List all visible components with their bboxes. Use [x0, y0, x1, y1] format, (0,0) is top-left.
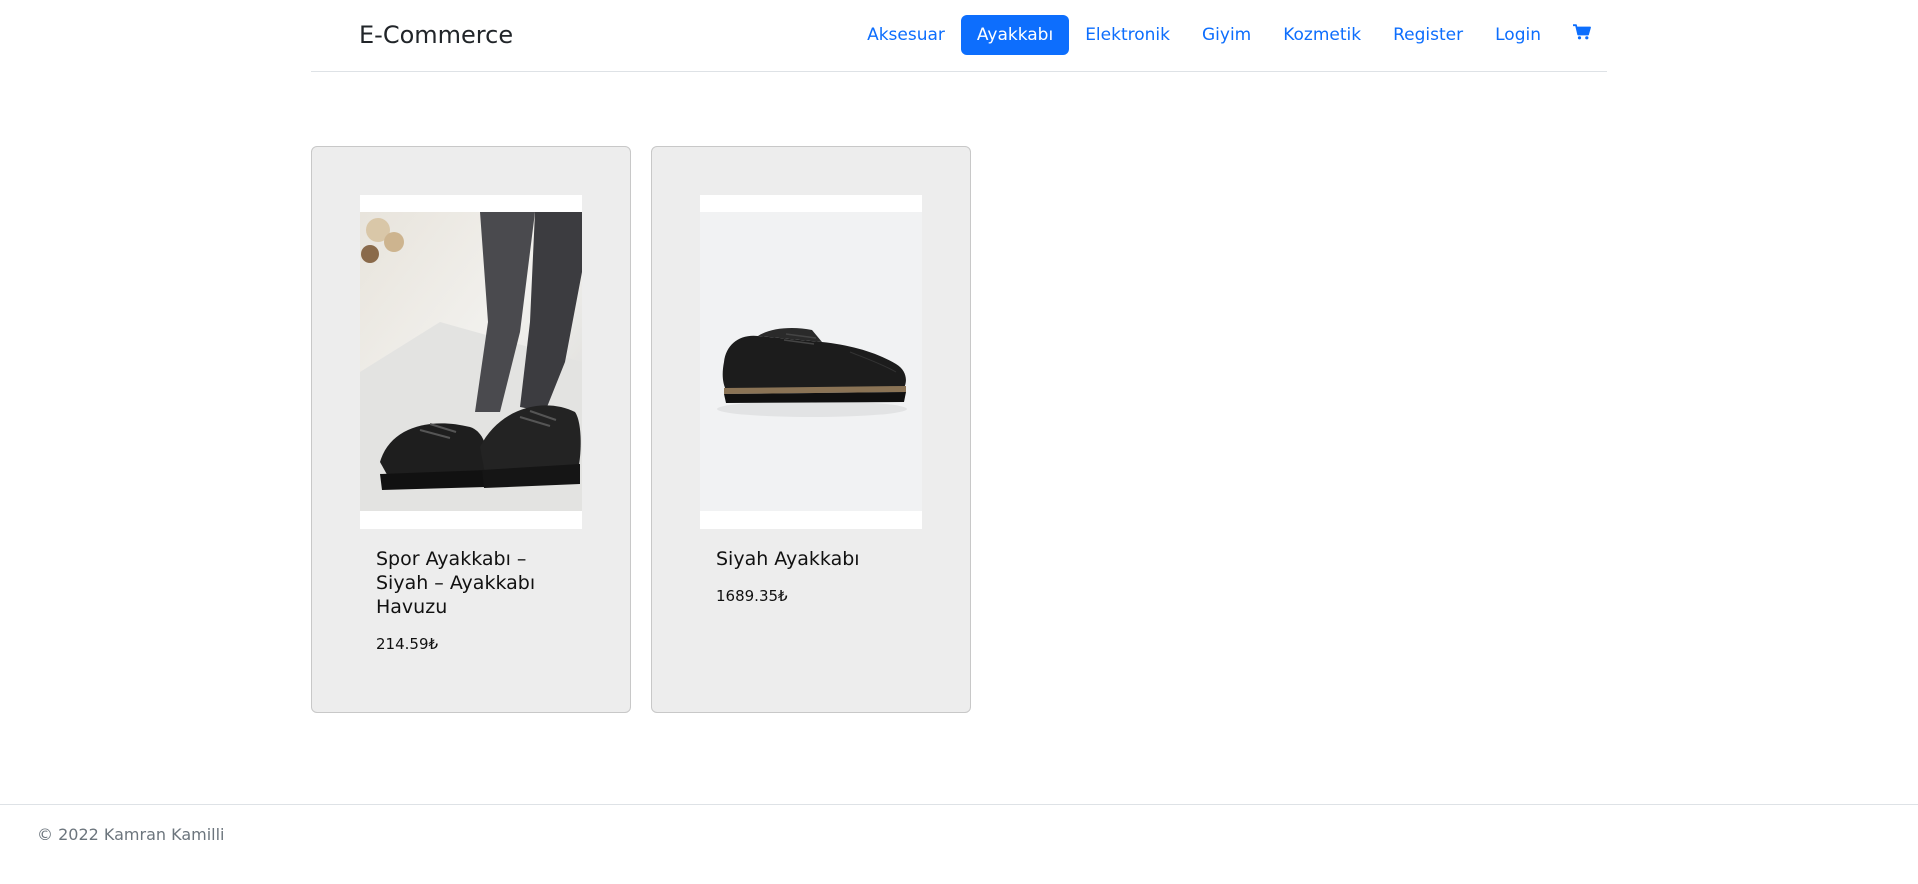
nav-link-kozmetik[interactable]: Kozmetik [1267, 15, 1377, 55]
nav-link-giyim[interactable]: Giyim [1186, 15, 1267, 55]
navbar: E-Commerce Aksesuar Ayakkabı Elektronik … [311, 0, 1607, 72]
nav-link-aksesuar[interactable]: Aksesuar [851, 15, 961, 55]
product-grid: Spor Ayakkabı – Siyah – Ayakkabı Havuzu … [311, 146, 971, 713]
product-title[interactable]: Siyah Ayakkabı [716, 547, 906, 571]
footer: © 2022 Kamran Kamilli [0, 804, 1918, 884]
product-card[interactable]: Spor Ayakkabı – Siyah – Ayakkabı Havuzu … [311, 146, 631, 713]
nav-link-register[interactable]: Register [1377, 15, 1479, 55]
product-title[interactable]: Spor Ayakkabı – Siyah – Ayakkabı Havuzu [376, 547, 566, 619]
product-image[interactable] [700, 195, 922, 529]
product-image[interactable] [360, 195, 582, 529]
oxford-shoe-photo [700, 212, 922, 511]
cart-icon [1573, 15, 1591, 55]
product-card[interactable]: Siyah Ayakkabı 1689.35₺ [651, 146, 971, 713]
sneaker-photo [360, 212, 582, 511]
nav-links: Aksesuar Ayakkabı Elektronik Giyim Kozme… [851, 15, 1607, 55]
product-price: 214.59₺ [376, 635, 439, 653]
nav-link-ayakkabi[interactable]: Ayakkabı [960, 15, 1070, 55]
brand-link[interactable]: E-Commerce [359, 20, 513, 50]
cart-link[interactable] [1557, 15, 1607, 55]
copyright-text: © 2022 Kamran Kamilli [37, 825, 225, 844]
product-price: 1689.35₺ [716, 587, 788, 605]
nav-link-elektronik[interactable]: Elektronik [1069, 15, 1186, 55]
nav-link-login[interactable]: Login [1479, 15, 1557, 55]
